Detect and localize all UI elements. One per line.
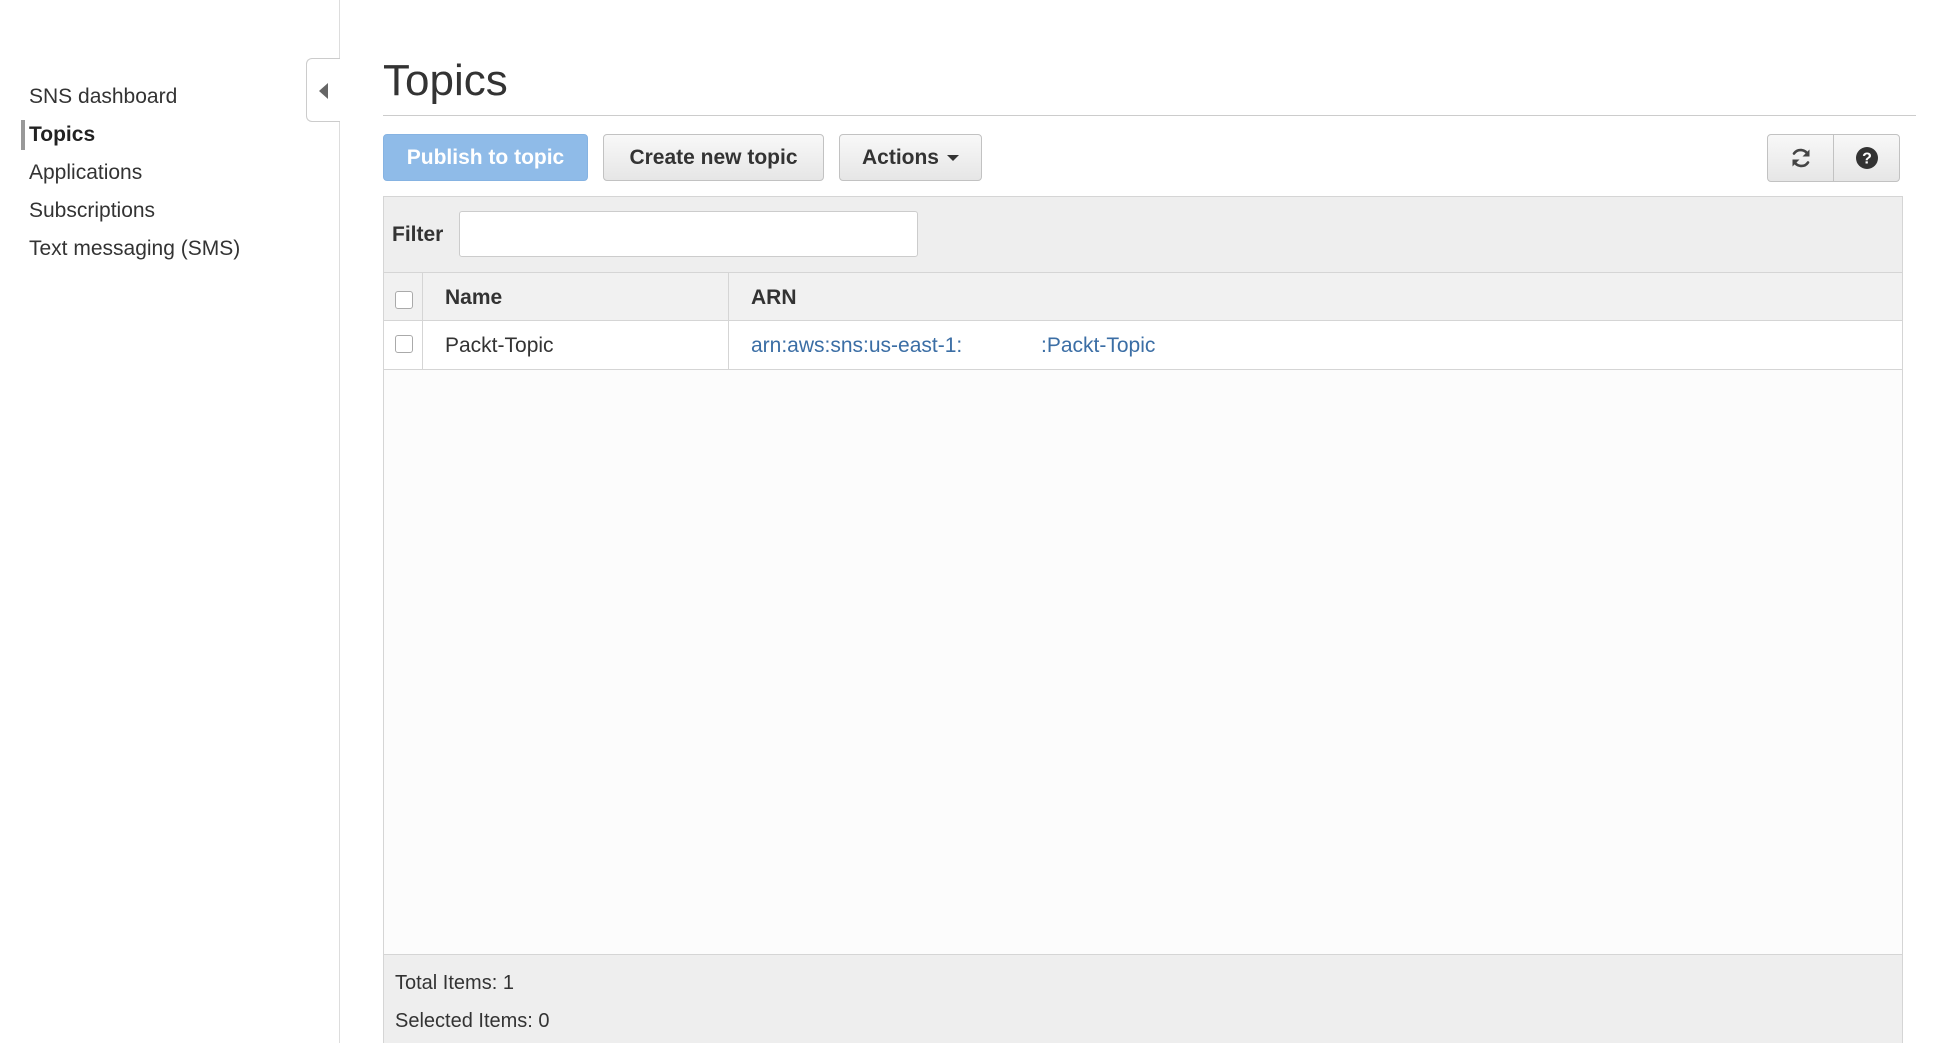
topic-arn-cell: arn:aws:sns:us-east-1: :Packt-Topic [729, 321, 1902, 369]
caret-down-icon [947, 155, 959, 162]
selected-items-count: Selected Items: 0 [395, 1010, 550, 1032]
page-title: Topics [383, 56, 508, 105]
actions-dropdown-button[interactable]: Actions [839, 134, 982, 181]
topic-name: Packt-Topic [445, 334, 554, 357]
sidebar-item-subscriptions[interactable]: Subscriptions [0, 192, 330, 230]
sidebar-collapse-button[interactable] [306, 58, 340, 122]
filter-bar: Filter [384, 197, 1902, 273]
sidebar-item-text-messaging[interactable]: Text messaging (SMS) [0, 230, 330, 268]
topic-name-cell: Packt-Topic [423, 321, 729, 369]
title-divider [383, 115, 1916, 116]
actions-label: Actions [861, 146, 939, 169]
header-check-cell [384, 273, 423, 320]
refresh-button[interactable] [1768, 135, 1833, 181]
column-header-arn-label: ARN [751, 286, 797, 309]
total-items-count: Total Items: 1 [395, 972, 514, 994]
help-button[interactable]: ? [1833, 135, 1899, 181]
sidebar: SNS dashboard Topics Applications Subscr… [0, 0, 340, 1043]
column-header-name-label: Name [445, 286, 503, 309]
column-header-arn[interactable]: ARN [729, 273, 1902, 320]
topic-arn-link-suffix[interactable]: :Packt-Topic [1041, 334, 1155, 358]
column-header-name[interactable]: Name [423, 273, 729, 320]
topics-grid-panel: Filter Name ARN Packt-Topic arn:aws:sns:… [383, 196, 1903, 1043]
row-checkbox[interactable] [395, 335, 413, 353]
filter-label: Filter [392, 223, 444, 246]
table-header: Name ARN [384, 273, 1902, 321]
sns-console: SNS dashboard Topics Applications Subscr… [0, 0, 1950, 1043]
toolbar-icon-group: ? [1767, 134, 1900, 182]
row-check-cell [384, 321, 423, 369]
select-all-checkbox[interactable] [395, 291, 413, 309]
create-new-topic-button[interactable]: Create new topic [603, 134, 824, 181]
sidebar-item-topics[interactable]: Topics [0, 116, 330, 154]
table-empty-area [384, 370, 1902, 954]
toolbar: Publish to topic Create new topic Action… [383, 134, 1903, 182]
sidebar-nav: SNS dashboard Topics Applications Subscr… [0, 78, 330, 268]
sidebar-item-applications[interactable]: Applications [0, 154, 330, 192]
main-content: Topics Publish to topic Create new topic… [383, 0, 1916, 1043]
refresh-icon [1792, 148, 1809, 168]
help-icon: ? [1855, 147, 1878, 169]
svg-text:?: ? [1862, 151, 1872, 168]
topic-arn-link-prefix[interactable]: arn:aws:sns:us-east-1: [751, 334, 962, 358]
sidebar-item-sns-dashboard[interactable]: SNS dashboard [0, 78, 330, 116]
filter-input[interactable] [459, 211, 918, 257]
publish-to-topic-button[interactable]: Publish to topic [383, 134, 588, 181]
table-footer: Total Items: 1 Selected Items: 0 [384, 954, 1902, 1043]
table-row[interactable]: Packt-Topic arn:aws:sns:us-east-1: :Pack… [384, 321, 1902, 370]
caret-left-icon [319, 83, 328, 99]
